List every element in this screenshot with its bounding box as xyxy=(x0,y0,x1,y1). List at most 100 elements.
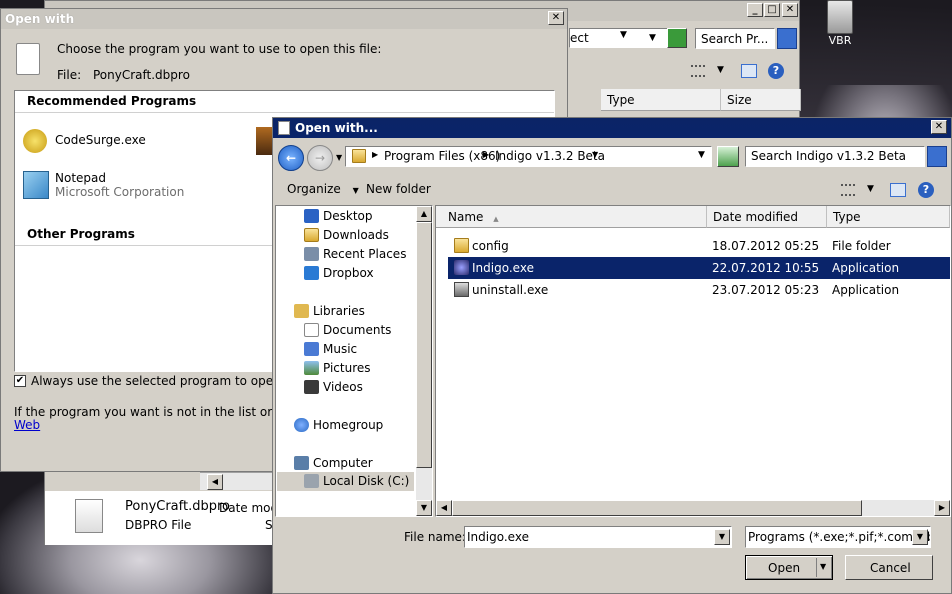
nav-label: Music xyxy=(323,342,358,356)
file-row[interactable]: uninstall.exe 23.07.2012 05:23 Applicati… xyxy=(448,279,950,301)
open-split-divider xyxy=(816,558,817,577)
views-dropdown-icon[interactable]: ▼ xyxy=(717,65,724,75)
dbpro-file-icon xyxy=(75,499,103,533)
nav-vscrollbar[interactable]: ▲ ▼ xyxy=(416,206,432,516)
maximize-button[interactable]: □ xyxy=(764,3,780,17)
scroll-left-button[interactable]: ◀ xyxy=(207,474,223,490)
file-date: 23.07.2012 05:23 xyxy=(712,283,820,297)
magnifier-file-icon xyxy=(16,43,40,75)
file-name: Indigo.exe xyxy=(472,261,534,275)
column-header-date[interactable]: Date modified xyxy=(707,206,827,228)
column-header-type[interactable]: Type xyxy=(601,89,721,111)
nav-label: Pictures xyxy=(323,361,371,375)
nav-item-local-disk[interactable]: Local Disk (C:) xyxy=(277,472,414,491)
open-with-title: Open with xyxy=(5,12,75,26)
views-icon[interactable] xyxy=(691,65,705,77)
cancel-button[interactable]: Cancel xyxy=(845,555,933,580)
nav-item-videos[interactable]: Videos xyxy=(304,378,432,397)
filter-value: Programs (*.exe;*.pif;*.com;*.ba xyxy=(748,530,931,544)
file-row[interactable]: config 18.07.2012 05:25 File folder xyxy=(448,235,950,257)
nav-item-computer[interactable]: Computer xyxy=(294,454,424,473)
new-folder-button[interactable]: New folder xyxy=(366,182,431,196)
views-dropdown-icon[interactable]: ▼ xyxy=(867,184,874,194)
folder-icon xyxy=(352,149,366,163)
file-name-dropdown-button[interactable]: ▼ xyxy=(714,529,730,545)
back-button[interactable]: ← xyxy=(278,145,304,171)
organize-button[interactable]: Organize ▼ xyxy=(287,182,359,196)
scroll-left-button[interactable]: ◀ xyxy=(436,500,452,516)
open-with-titlebar: Open with xyxy=(1,9,567,29)
nav-item-music[interactable]: Music xyxy=(304,340,432,359)
refresh-button[interactable] xyxy=(667,28,687,48)
nav-label: Local Disk (C:) xyxy=(323,474,410,488)
details-file-type: DBPRO File xyxy=(125,518,192,532)
program-item-codesurge[interactable]: CodeSurge.exe xyxy=(19,127,259,155)
file-name-input[interactable]: Indigo.exe ▼ xyxy=(464,526,732,548)
desktop-icon-label: VBR xyxy=(828,34,852,47)
nav-item-pictures[interactable]: Pictures xyxy=(304,359,432,378)
sort-ascending-icon: ▲ xyxy=(493,215,499,223)
documents-icon xyxy=(304,323,319,337)
cancel-button-label: Cancel xyxy=(870,561,911,575)
breadcrumb-separator-icon: ▶ xyxy=(372,150,379,159)
search-input[interactable]: Search Pr... xyxy=(695,28,775,49)
open-button-label: Open xyxy=(768,561,801,575)
close-button[interactable]: ✕ xyxy=(782,3,798,17)
minimize-button[interactable]: _ xyxy=(747,3,763,17)
search-input[interactable]: Search Indigo v1.3.2 Beta xyxy=(745,146,925,167)
file-list-hscrollbar[interactable]: ◀ ▶ xyxy=(436,500,950,516)
chevron-down-icon[interactable]: ▼ xyxy=(820,562,826,571)
background-hscrollbar[interactable]: ◀ xyxy=(200,472,272,490)
search-placeholder: Search Indigo v1.3.2 Beta xyxy=(751,149,907,163)
help-icon[interactable]: ? xyxy=(918,182,934,198)
column-header-name[interactable]: Name ▲ xyxy=(436,206,707,228)
column-header-type[interactable]: Type xyxy=(827,206,950,228)
web-link[interactable]: Web xyxy=(14,418,40,432)
recent-pages-icon[interactable]: ▼ xyxy=(336,153,342,162)
file-row-selected[interactable]: Indigo.exe 22.07.2012 10:55 Application xyxy=(448,257,950,279)
scroll-thumb[interactable] xyxy=(416,222,432,468)
open-button[interactable]: Open ▼ xyxy=(745,555,833,580)
column-label: Name xyxy=(448,210,484,224)
address-bar[interactable]: ▶ Program Files (x86) ▶ Indigo v1.3.2 Be… xyxy=(345,146,712,167)
local-disk-icon xyxy=(304,474,319,488)
app-icon xyxy=(454,260,469,275)
scroll-up-button[interactable]: ▲ xyxy=(416,206,432,222)
scroll-right-button[interactable]: ▶ xyxy=(934,500,950,516)
address-dropdown-icon[interactable]: ▼ xyxy=(698,150,705,160)
nav-item-homegroup[interactable]: Homegroup xyxy=(294,416,424,435)
organize-label: Organize xyxy=(287,182,341,196)
desktop-icon-vbr[interactable]: VBR xyxy=(820,0,860,56)
music-icon xyxy=(304,342,319,356)
breadcrumb-item[interactable]: Indigo v1.3.2 Beta xyxy=(495,149,605,163)
always-use-checkbox[interactable]: ✔ xyxy=(14,375,26,387)
open-with-close-button[interactable]: ✕ xyxy=(548,11,564,25)
chevron-down-icon: ▼ xyxy=(352,186,359,195)
scroll-thumb[interactable] xyxy=(452,500,862,516)
file-list: Name ▲ Date modified Type config 18.07.2… xyxy=(435,205,951,517)
file-type-filter[interactable]: Programs (*.exe;*.pif;*.com;*.ba ▼ xyxy=(745,526,931,548)
dropdown-arrow-icon[interactable]: ▼ xyxy=(649,33,656,43)
help-icon[interactable]: ? xyxy=(768,63,784,79)
open-file-close-button[interactable]: ✕ xyxy=(931,120,947,134)
filter-dropdown-button[interactable]: ▼ xyxy=(912,529,928,545)
breadcrumb-separator-icon: ▶ xyxy=(483,150,490,159)
scroll-down-button[interactable]: ▼ xyxy=(416,500,432,516)
search-icon[interactable] xyxy=(777,28,797,49)
location-text: ect xyxy=(570,31,589,45)
column-label: Date modified xyxy=(713,210,799,224)
refresh-button[interactable] xyxy=(717,146,739,167)
file-name: PonyCraft.dbpro xyxy=(93,68,190,82)
column-header-size[interactable]: Size xyxy=(721,89,801,111)
nav-item-documents[interactable]: Documents xyxy=(304,321,432,340)
preview-pane-icon[interactable] xyxy=(741,64,757,78)
file-icon xyxy=(827,0,853,34)
preview-pane-icon[interactable] xyxy=(890,183,906,197)
program-item-notepad[interactable]: Notepad Microsoft Corporation xyxy=(19,169,259,203)
search-icon[interactable] xyxy=(927,146,947,167)
views-icon[interactable] xyxy=(841,184,855,196)
forward-button[interactable]: → xyxy=(307,145,333,171)
column-label: Size xyxy=(727,93,752,107)
file-name: config xyxy=(472,239,509,253)
nav-label: Computer xyxy=(313,456,373,470)
